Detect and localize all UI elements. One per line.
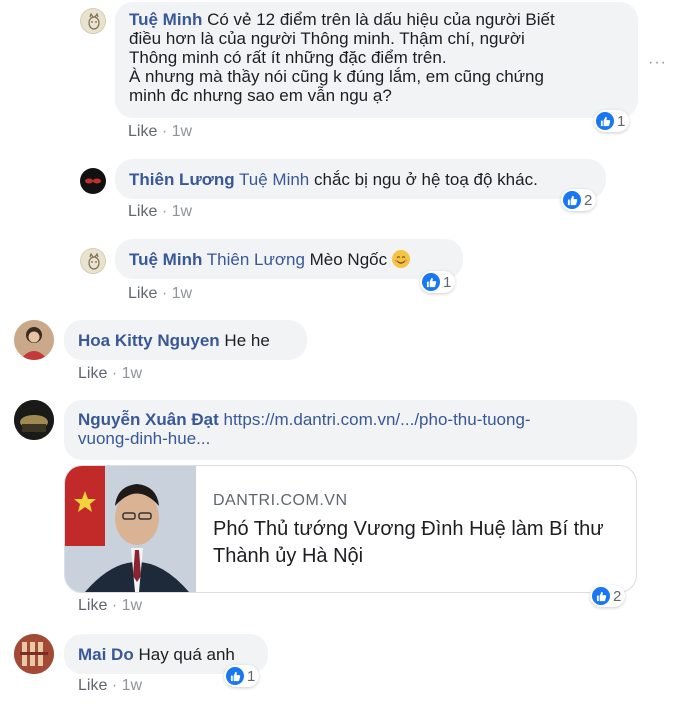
comment-text-line: minh đc nhưng sao em vẫn ngu ạ? xyxy=(129,86,392,105)
preview-domain: DANTRI.COM.VN xyxy=(213,492,348,509)
shared-link[interactable]: vuong-dinh-hue... xyxy=(78,429,623,448)
avatar[interactable] xyxy=(14,634,54,674)
like-button[interactable]: Like xyxy=(78,597,107,614)
thumbs-up-icon xyxy=(596,112,614,130)
thumbs-up-icon xyxy=(563,191,581,209)
preview-title[interactable]: Phó Thủ tướng Vương Đình Huệ làm Bí thư … xyxy=(213,516,623,570)
separator: · xyxy=(161,123,168,140)
person-photo-icon xyxy=(14,320,54,360)
reaction-count-value: 1 xyxy=(443,273,452,291)
comment-text: He he xyxy=(224,331,270,350)
article-thumbnail[interactable] xyxy=(65,466,196,592)
reaction-count[interactable]: 1 xyxy=(224,665,260,687)
separator: · xyxy=(111,365,118,382)
comment-time[interactable]: 1w xyxy=(122,365,142,382)
comment-bubble: Tuệ Minh Thiên Lương Mèo Ngốc xyxy=(115,239,463,279)
red-glasses-icon xyxy=(85,178,101,184)
comment-bubble: Tuệ Minh Có vẻ 12 điểm trên là dấu hiệu … xyxy=(115,2,638,118)
comment-time[interactable]: 1w xyxy=(122,597,142,614)
pattern-photo-icon xyxy=(14,634,54,674)
comment-bubble: Nguyễn Xuân Đạt https://m.dantri.com.vn/… xyxy=(64,400,637,460)
comment-text: Mèo Ngốc xyxy=(309,250,388,269)
shared-link[interactable]: https://m.dantri.com.vn/.../pho-thu-tuon… xyxy=(223,410,530,429)
landscape-photo-icon xyxy=(14,400,54,440)
comment-text-line: Có vẻ 12 điểm trên là dấu hiệu của người… xyxy=(207,10,555,29)
reaction-count-value: 1 xyxy=(247,667,256,685)
avatar[interactable] xyxy=(80,8,106,34)
comment-time[interactable]: 1w xyxy=(172,203,192,220)
comment-time[interactable]: 1w xyxy=(122,677,142,694)
comment-author[interactable]: Tuệ Minh xyxy=(129,250,202,269)
separator: · xyxy=(111,677,118,694)
reaction-count[interactable]: 1 xyxy=(594,110,630,132)
reaction-count-value: 1 xyxy=(617,112,626,130)
mention-link[interactable]: Thiên Lương xyxy=(207,250,305,269)
link-preview-card[interactable]: DANTRI.COM.VN Phó Thủ tướng Vương Đình H… xyxy=(64,465,637,593)
like-button[interactable]: Like xyxy=(128,123,157,140)
reaction-count-value: 2 xyxy=(613,587,622,605)
cat-doodle-icon xyxy=(88,12,100,30)
reaction-count[interactable]: 2 xyxy=(561,189,597,211)
reaction-count[interactable]: 1 xyxy=(420,271,456,293)
avatar[interactable] xyxy=(14,320,54,360)
thumbs-up-icon xyxy=(422,273,440,291)
comment-actions: Like · 1w xyxy=(128,203,192,221)
like-button[interactable]: Like xyxy=(78,365,107,382)
comment-time[interactable]: 1w xyxy=(172,285,192,302)
separator: · xyxy=(161,203,168,220)
thumbs-up-icon xyxy=(592,587,610,605)
comment-actions: Like · 1w xyxy=(78,597,142,615)
portrait-photo-icon xyxy=(65,466,196,592)
avatar[interactable] xyxy=(80,168,106,194)
comment-author[interactable]: Thiên Lương xyxy=(129,170,235,189)
comment-text: chắc bị ngu ở hệ toạ độ khác. xyxy=(314,170,538,189)
avatar[interactable] xyxy=(14,400,54,440)
comment-time[interactable]: 1w xyxy=(172,123,192,140)
like-button[interactable]: Like xyxy=(128,203,157,220)
comment-actions: Like · 1w xyxy=(78,677,142,695)
comment-author[interactable]: Mai Do xyxy=(78,645,134,664)
comment-actions: Like · 1w xyxy=(78,365,142,383)
mention-link[interactable]: Tuệ Minh xyxy=(239,170,309,189)
reaction-count[interactable]: 2 xyxy=(590,585,626,607)
smiling-face-emoji-icon xyxy=(391,250,410,268)
comment-author[interactable]: Tuệ Minh xyxy=(129,10,202,29)
reaction-count-value: 2 xyxy=(584,191,593,209)
separator: · xyxy=(161,285,168,302)
comment-actions: Like · 1w xyxy=(128,123,192,141)
avatar[interactable] xyxy=(80,248,106,274)
comment-text: Hay quá anh xyxy=(138,645,235,664)
comment-text-line: À nhưng mà thầy nói cũng k đúng lắm, em … xyxy=(129,67,544,86)
cat-doodle-icon xyxy=(88,252,100,270)
comment-author[interactable]: Hoa Kitty Nguyen xyxy=(78,331,220,350)
comment-actions: Like · 1w xyxy=(128,285,192,303)
comment-bubble: Thiên Lương Tuệ Minh chắc bị ngu ở hệ to… xyxy=(115,159,606,199)
separator: · xyxy=(111,597,118,614)
thumbs-up-icon xyxy=(226,667,244,685)
comment-author[interactable]: Nguyễn Xuân Đạt xyxy=(78,410,219,429)
comment-bubble: Hoa Kitty Nguyen He he xyxy=(64,320,307,360)
more-options-icon[interactable]: ··· xyxy=(648,54,667,72)
like-button[interactable]: Like xyxy=(78,677,107,694)
comment-text-line: Thông minh có rất ít những đặc điểm trên… xyxy=(129,48,447,67)
comment-text-line: điều hơn là của người Thông minh. Thậm c… xyxy=(129,29,525,48)
like-button[interactable]: Like xyxy=(128,285,157,302)
